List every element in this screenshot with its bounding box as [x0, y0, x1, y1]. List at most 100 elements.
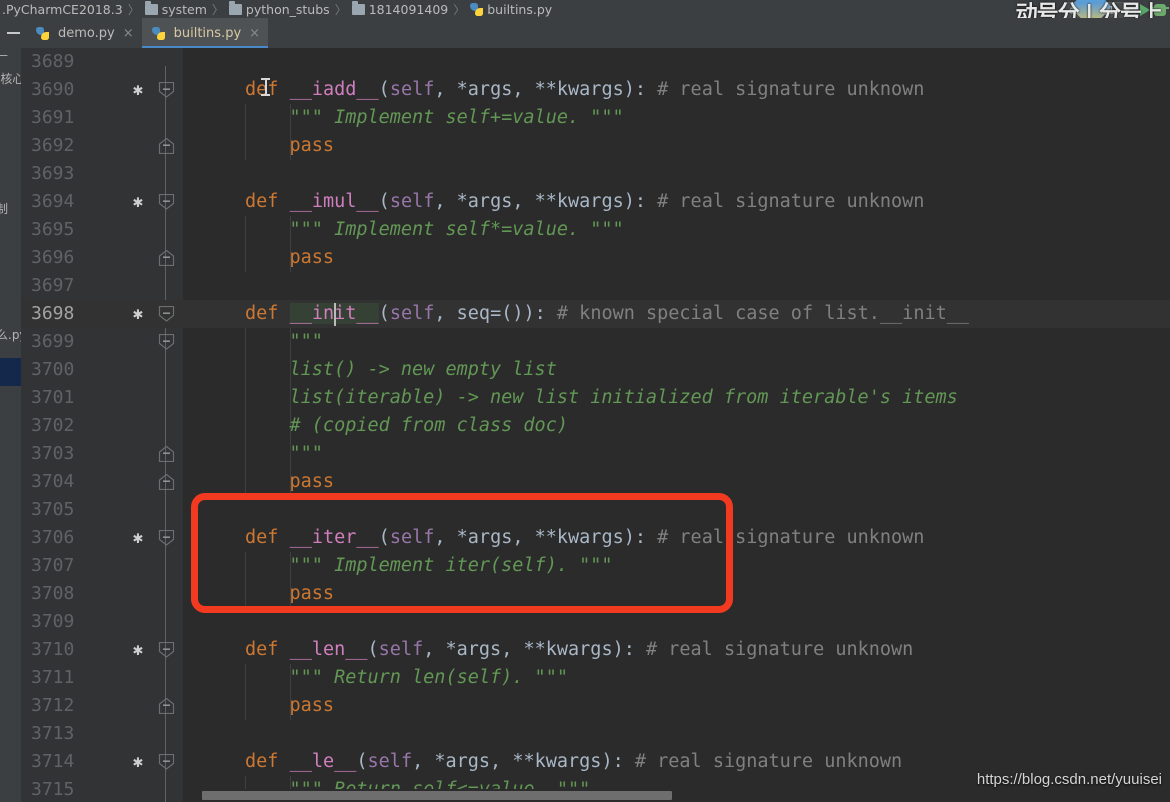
- code-token: # real signature unknown: [623, 751, 903, 772]
- code-line[interactable]: # (copied from class doc): [290, 412, 568, 440]
- code-token: # real signature unknown: [646, 79, 925, 100]
- dock-label[interactable]: 么.py: [0, 326, 21, 343]
- code-line[interactable]: """: [290, 328, 323, 356]
- code-token: def: [245, 303, 290, 324]
- line-number: 3705: [31, 499, 75, 520]
- code-token: __iadd__: [289, 79, 379, 100]
- line-number: 3710: [31, 639, 75, 660]
- code-token: def: [245, 639, 290, 660]
- code-token: """ Return len(self). """: [289, 667, 568, 688]
- code-line[interactable]: pass: [290, 692, 335, 720]
- breadcrumb-item-pycharmce20183[interactable]: .PyCharmCE2018.3: [2, 2, 123, 17]
- line-number: 3694: [31, 191, 75, 212]
- line-number: 3703: [31, 443, 75, 464]
- code-line[interactable]: """ Implement iter(self). """: [290, 552, 613, 580]
- fold-start-icon[interactable]: [158, 641, 175, 658]
- text-caret: [334, 303, 337, 326]
- close-icon[interactable]: ×: [123, 26, 134, 41]
- editor-gutter[interactable]: 3689 3690 ✱ 3691 3692 3693 3694 ✱ 3695 3696 3697 36…: [21, 48, 214, 802]
- fold-start-icon[interactable]: [158, 333, 175, 350]
- line-number: 3708: [31, 583, 75, 604]
- horizontal-scrollbar[interactable]: [183, 789, 1170, 802]
- code-line[interactable]: def __iadd__(self, *args, **kwargs): # r…: [245, 76, 924, 104]
- fold-end-icon[interactable]: [158, 137, 175, 155]
- breadcrumb-item-builtinspy[interactable]: builtins.py: [470, 2, 552, 17]
- fold-start-icon[interactable]: [158, 193, 175, 210]
- fold-end-icon[interactable]: [158, 697, 175, 715]
- override-marker-icon[interactable]: ✱: [131, 188, 145, 216]
- folder-icon: [144, 1, 158, 15]
- code-token: self: [389, 303, 435, 324]
- dock-label[interactable]: —: [0, 48, 8, 62]
- editor-tab-builtinspy[interactable]: builtins.py ×: [141, 18, 269, 48]
- code-token: pass: [289, 583, 335, 604]
- line-number: 3697: [31, 275, 75, 296]
- dock-selection: [0, 358, 21, 386]
- line-number: 3701: [31, 387, 75, 408]
- override-marker-icon[interactable]: ✱: [131, 524, 145, 552]
- code-token: (: [367, 639, 379, 660]
- code-line[interactable]: pass: [290, 244, 335, 272]
- code-token: """ Implement self*=value. """: [289, 219, 624, 240]
- code-token: """: [289, 443, 323, 464]
- minimize-button[interactable]: [0, 18, 26, 48]
- code-token: pass: [289, 135, 335, 156]
- dock-label[interactable]: 制: [0, 200, 8, 217]
- line-number: 3692: [31, 135, 75, 156]
- fold-start-icon[interactable]: [158, 305, 175, 322]
- code-line[interactable]: list(iterable) -> new list initialized f…: [290, 384, 958, 412]
- code-token: self: [389, 79, 435, 100]
- horizontal-scrollbar-thumb[interactable]: [202, 791, 672, 800]
- python-file-icon: [151, 26, 165, 40]
- fold-end-icon[interactable]: [158, 445, 175, 463]
- line-number: 3713: [31, 723, 75, 744]
- code-token: # real signature unknown: [646, 527, 925, 548]
- dock-label[interactable]: -核心: [0, 70, 21, 87]
- code-line[interactable]: """ Implement self*=value. """: [290, 216, 624, 244]
- editor-tab-demopy[interactable]: demo.py ×: [26, 18, 142, 48]
- breadcrumb-item-python_stubs[interactable]: python_stubs: [228, 1, 330, 17]
- fold-end-icon[interactable]: [158, 249, 175, 267]
- override-marker-icon[interactable]: ✱: [131, 76, 145, 104]
- fold-start-icon[interactable]: [158, 529, 175, 546]
- fold-start-icon[interactable]: [158, 81, 175, 98]
- code-line[interactable]: """ Return len(self). """: [290, 664, 568, 692]
- code-token: self: [389, 191, 435, 212]
- line-number: 3715: [31, 779, 75, 800]
- code-line[interactable]: pass: [290, 580, 335, 608]
- code-editor[interactable]: 3689 3690 ✱ 3691 3692 3693 3694 ✱ 3695 3696 3697 36…: [21, 48, 1170, 802]
- fold-end-icon[interactable]: [158, 473, 175, 491]
- line-number: 3704: [31, 471, 75, 492]
- code-token: , *args, **kwargs):: [412, 751, 624, 772]
- code-line[interactable]: def __imul__(self, *args, **kwargs): # r…: [245, 188, 924, 216]
- code-line[interactable]: def __len__(self, *args, **kwargs): # re…: [245, 636, 913, 664]
- override-marker-icon[interactable]: ✱: [131, 748, 145, 776]
- code-token: # (copied from class doc): [289, 415, 568, 436]
- code-token: (: [378, 527, 390, 548]
- indent-guide: [245, 692, 246, 720]
- code-line[interactable]: """: [290, 440, 323, 468]
- code-line[interactable]: def __iter__(self, *args, **kwargs): # r…: [245, 524, 924, 552]
- code-content-area[interactable]: def __iadd__(self, *args, **kwargs): # r…: [183, 48, 1170, 802]
- code-line[interactable]: pass: [290, 468, 335, 496]
- override-marker-icon[interactable]: ✱: [131, 636, 145, 664]
- override-marker-icon[interactable]: ✱: [131, 300, 145, 328]
- code-line[interactable]: def __init__(self, seq=()): # known spec…: [245, 300, 969, 328]
- code-token: def: [245, 191, 290, 212]
- breadcrumb-item-system[interactable]: system: [144, 1, 207, 17]
- code-line[interactable]: list() -> new empty list: [290, 356, 557, 384]
- fold-start-icon[interactable]: [158, 753, 175, 770]
- folder-icon: [351, 1, 365, 15]
- close-icon[interactable]: ×: [249, 26, 260, 41]
- code-line[interactable]: """ Implement self+=value. """: [290, 104, 624, 132]
- code-line[interactable]: pass: [290, 132, 335, 160]
- code-token: , *args, **kwargs):: [434, 527, 646, 548]
- line-number: 3702: [31, 415, 75, 436]
- breadcrumb-item-1814091409[interactable]: 1814091409: [351, 1, 448, 17]
- code-line[interactable]: def __le__(self, *args, **kwargs): # rea…: [245, 748, 902, 776]
- breadcrumb-separator: 〉: [453, 2, 466, 17]
- indent-guide: [245, 132, 246, 160]
- fold-connector-line: [165, 66, 166, 802]
- code-token: self: [389, 527, 435, 548]
- line-number: 3706: [31, 527, 75, 548]
